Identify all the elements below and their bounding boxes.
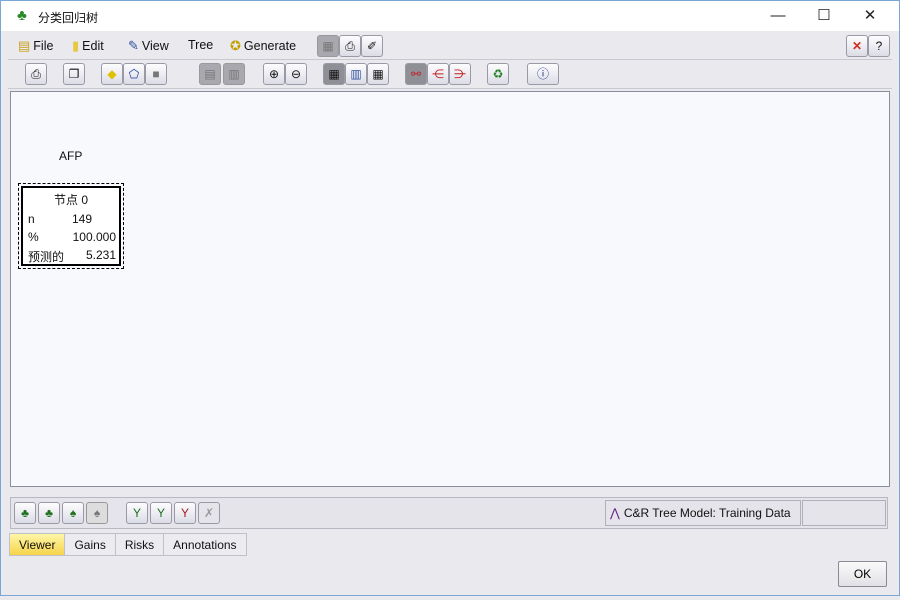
tree-node-0[interactable]: 节点 0 n 149 % 100.000 预测的 5.231 — [18, 183, 124, 269]
node-row: % 100.000 — [28, 230, 116, 244]
tree-right-left-icon[interactable]: ⋺ — [449, 63, 471, 85]
tab-bar: Viewer Gains Risks Annotations — [9, 533, 247, 556]
generate-icon: ✪ — [230, 38, 241, 53]
help-icon[interactable]: ? — [868, 35, 890, 57]
diamond-icon[interactable]: ◆ — [101, 63, 123, 85]
close-button[interactable]: ✕ — [855, 5, 885, 27]
custom-split-icon[interactable]: Y — [174, 502, 196, 524]
menu-file[interactable]: ▤ File — [18, 38, 53, 54]
menu-tree[interactable]: Tree — [188, 38, 213, 52]
target-label: AFP — [59, 149, 83, 163]
print-icon[interactable]: ⎙ — [339, 35, 361, 57]
maximize-button[interactable]: ☐ — [809, 5, 839, 27]
toolbar: ⎙ ❐ ◆ ⬠ ■ ▤ ▥ ⊕ ⊖ ▦ ▥ ▦ ⚯ ⋲ ⋺ ♻ ⓘ — [8, 61, 892, 89]
node-title: 节点 0 — [53, 193, 88, 207]
tree-icon: ♣ — [17, 7, 27, 24]
tree-toolbar: ♣ ♣ ♠ ♠ Y Y Y ✗ ⋀ C&R Tree Model: Trainin… — [10, 497, 888, 529]
stop-icon[interactable]: ■ — [145, 63, 167, 85]
tab-gains[interactable]: Gains — [65, 533, 116, 556]
tree-top-down-icon[interactable]: ⚯ — [405, 63, 427, 85]
tag-icon[interactable]: ✐ — [361, 35, 383, 57]
tab-annotations[interactable]: Annotations — [164, 533, 247, 556]
file-icon: ▤ — [18, 38, 31, 53]
grow-branch-icon[interactable]: ♠ — [62, 502, 84, 524]
model-icon: ⋀ — [610, 506, 620, 520]
grid-disabled-icon[interactable]: ▤ — [199, 63, 221, 85]
minimize-button[interactable]: — — [763, 5, 793, 27]
window-title: 分类回归树 — [38, 11, 99, 25]
status-panel: ⋀ C&R Tree Model: Training Data — [605, 500, 801, 526]
menu-bar: ▤ File ▮ Edit ✎ View Tree ✪ Generate ▦ ⎙ ✐ ✕… — [8, 33, 892, 60]
menu-view[interactable]: ✎ View — [128, 38, 169, 54]
ok-button[interactable]: OK — [838, 561, 887, 587]
copy-icon[interactable]: ❐ — [63, 63, 85, 85]
print-icon[interactable]: ⎙ — [25, 63, 47, 85]
grid-disabled-icon[interactable]: ▥ — [223, 63, 245, 85]
grow-one-level-icon[interactable]: Y — [150, 502, 172, 524]
copy-disabled-icon[interactable]: ▦ — [317, 35, 339, 57]
grow-branch-custom-icon[interactable]: Y — [126, 502, 148, 524]
status-panel-empty — [802, 500, 886, 526]
table-chart-icon[interactable]: ▦ — [367, 63, 389, 85]
title-bar: ♣ 分类回归树 — ☐ ✕ — [0, 0, 900, 31]
pentagon-icon[interactable]: ⬠ — [123, 63, 145, 85]
zoom-out-icon[interactable]: ⊖ — [285, 63, 307, 85]
remove-branch-icon[interactable]: ♠ — [86, 502, 108, 524]
tab-viewer[interactable]: Viewer — [9, 533, 66, 556]
grow-tree-prune-icon[interactable]: ♣ — [38, 502, 60, 524]
node-row: n 149 — [28, 212, 92, 226]
flashlight-icon: ✎ — [128, 38, 139, 53]
clipboard-icon: ▮ — [72, 38, 80, 53]
tree-left-right-icon[interactable]: ⋲ — [427, 63, 449, 85]
tree-map-icon[interactable]: ♻ — [487, 63, 509, 85]
menu-edit[interactable]: ▮ Edit — [72, 38, 104, 54]
chart-view-icon[interactable]: ▥ — [345, 63, 367, 85]
table-view-icon[interactable]: ▦ — [323, 63, 345, 85]
tree-canvas[interactable]: AFP 节点 0 n 149 % 100.000 预测的 5.231 — [10, 91, 890, 487]
menu-generate[interactable]: ✪ Generate — [230, 38, 296, 54]
grow-tree-icon[interactable]: ♣ — [14, 502, 36, 524]
info-icon[interactable]: ⓘ — [527, 63, 559, 85]
zoom-in-icon[interactable]: ⊕ — [263, 63, 285, 85]
node-row: 预测的 5.231 — [28, 248, 116, 264]
tab-risks[interactable]: Risks — [115, 533, 165, 556]
close-red-icon[interactable]: ✕ — [846, 35, 868, 57]
remove-split-icon[interactable]: ✗ — [198, 502, 220, 524]
